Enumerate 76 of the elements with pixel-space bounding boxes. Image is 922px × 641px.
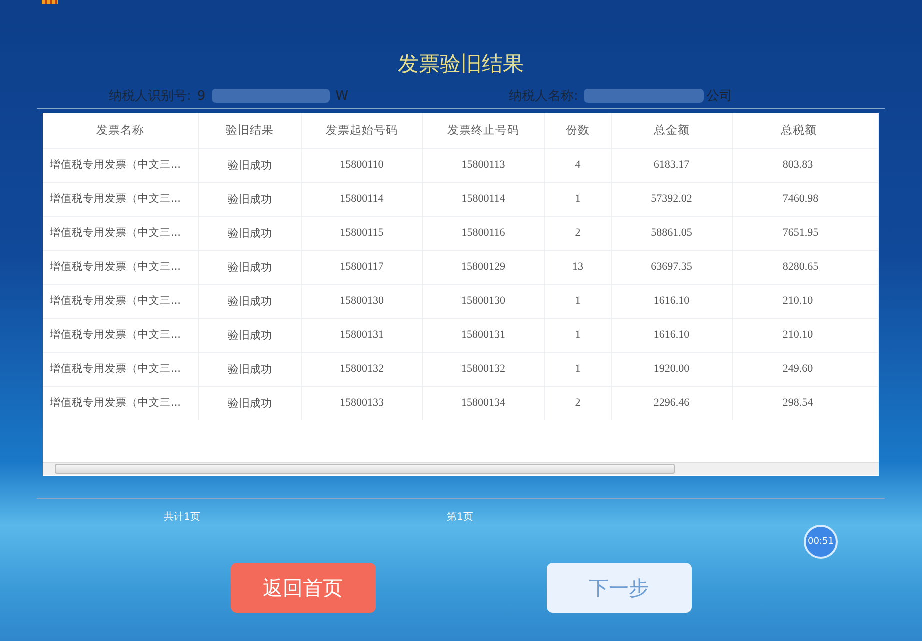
column-header: 总税额 xyxy=(732,113,878,148)
table-cell: 验旧成功 xyxy=(198,318,302,352)
table-cell: 验旧成功 xyxy=(198,250,302,284)
table-cell: 验旧成功 xyxy=(198,182,302,216)
table-cell: 15800133 xyxy=(302,386,422,420)
table-cell: 15800129 xyxy=(422,250,545,284)
table-cell: 15800134 xyxy=(422,386,545,420)
table-cell: 15800132 xyxy=(422,352,545,386)
table-cell: 验旧成功 xyxy=(198,216,302,250)
table-cell: 1 xyxy=(544,182,612,216)
table-cell: 210.10 xyxy=(732,284,878,318)
table-cell: 增值税专用发票（中文三... xyxy=(43,148,198,182)
table-cell: 1920.00 xyxy=(611,352,732,386)
table-cell: 2 xyxy=(544,386,612,420)
table-cell: 增值税专用发票（中文三... xyxy=(43,250,198,284)
page-title: 发票验旧结果 xyxy=(398,51,524,78)
taxpayer-name-value: 公司 xyxy=(706,88,732,105)
countdown-timer: 00:51 xyxy=(804,525,838,559)
table-cell: 15800114 xyxy=(302,182,422,216)
table-cell: 15800116 xyxy=(422,216,545,250)
logo-icon xyxy=(42,0,58,4)
table-cell: 58861.05 xyxy=(611,216,732,250)
table-cell: 6183.17 xyxy=(611,148,732,182)
table-cell: 210.10 xyxy=(732,318,878,352)
table-cell: 2 xyxy=(544,216,612,250)
table-cell: 增值税专用发票（中文三... xyxy=(43,386,198,420)
table-cell: 验旧成功 xyxy=(198,148,302,182)
page-current: 第1页 xyxy=(447,511,474,524)
taxpayer-id-value: W xyxy=(336,88,349,104)
table-cell: 1 xyxy=(544,352,612,386)
next-button[interactable]: 下一步 xyxy=(546,563,692,613)
table-cell: 15800131 xyxy=(302,318,422,352)
table-cell: 15800113 xyxy=(422,148,545,182)
taxpayer-id-label: 纳税人识别号: xyxy=(109,88,192,105)
table-cell: 8280.65 xyxy=(732,250,878,284)
table-cell: 验旧成功 xyxy=(198,352,302,386)
horizontal-scrollbar[interactable] xyxy=(43,462,879,475)
table-cell: 15800115 xyxy=(302,216,422,250)
table-cell: 验旧成功 xyxy=(198,284,302,318)
column-header: 验旧结果 xyxy=(198,113,302,148)
table-cell: 298.54 xyxy=(732,386,878,420)
table-cell: 1 xyxy=(544,284,612,318)
table-cell: 249.60 xyxy=(732,352,878,386)
table-cell: 1 xyxy=(544,318,612,352)
home-button[interactable]: 返回首页 xyxy=(230,563,376,613)
table-cell: 15800130 xyxy=(422,284,545,318)
taxpayer-name-label: 纳税人名称: xyxy=(509,88,578,105)
table-cell: 15800114 xyxy=(422,182,545,216)
table-cell: 63697.35 xyxy=(611,250,732,284)
table-cell: 增值税专用发票（中文三... xyxy=(43,182,198,216)
table-cell: 15800131 xyxy=(422,318,545,352)
table-cell: 15800110 xyxy=(302,148,422,182)
table-cell: 验旧成功 xyxy=(198,386,302,420)
table-cell: 4 xyxy=(544,148,612,182)
table-cell: 7460.98 xyxy=(732,182,878,216)
table-cell: 15800130 xyxy=(302,284,422,318)
column-header: 发票起始号码 xyxy=(302,113,422,148)
table-cell: 增值税专用发票（中文三... xyxy=(43,318,198,352)
table-cell: 增值税专用发票（中文三... xyxy=(43,284,198,318)
table-cell: 1616.10 xyxy=(611,318,732,352)
table-cell: 15800132 xyxy=(302,352,422,386)
taxpayer-id-value: 9 xyxy=(197,88,206,104)
table-cell: 803.83 xyxy=(732,148,878,182)
table-cell: 57392.02 xyxy=(611,182,732,216)
table-cell: 增值税专用发票（中文三... xyxy=(43,216,198,250)
table-cell: 7651.95 xyxy=(732,216,878,250)
table-cell: 1616.10 xyxy=(611,284,732,318)
table-cell: 15800117 xyxy=(302,250,422,284)
table-cell: 13 xyxy=(544,250,612,284)
column-header: 份数 xyxy=(544,113,612,148)
page-total: 共计1页 xyxy=(164,510,202,524)
table-cell: 2296.46 xyxy=(611,386,732,420)
column-header: 发票终止号码 xyxy=(422,113,545,148)
table-cell: 增值税专用发票（中文三... xyxy=(43,352,198,386)
column-header: 总金额 xyxy=(611,113,732,148)
column-header: 发票名称 xyxy=(43,113,198,148)
